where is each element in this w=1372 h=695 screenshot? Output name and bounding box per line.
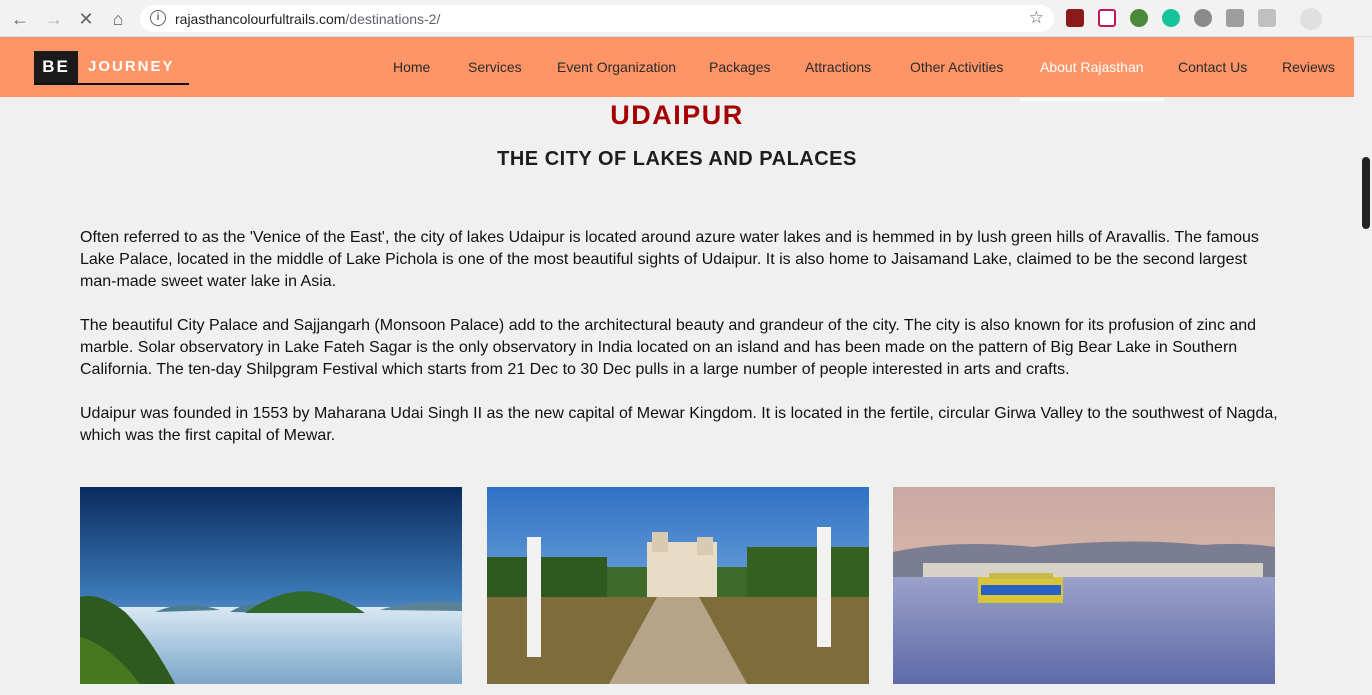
box-extension-icon[interactable] [1226,9,1244,27]
ublock-extension-icon[interactable] [1066,9,1084,27]
forward-icon[interactable]: → [42,7,66,31]
nav-other-activities[interactable]: Other Activities [910,37,1003,97]
nav-event-organization[interactable]: Event Organization [557,37,676,97]
paragraph-intro: Often referred to as the 'Venice of the … [80,229,1259,290]
stop-loading-icon[interactable]: ✕ [74,7,98,31]
home-icon[interactable]: ⌂ [106,7,130,31]
site-logo[interactable]: BE JOURNEY [34,51,189,85]
nav-packages[interactable]: Packages [709,37,770,97]
site-info-icon[interactable]: i [150,10,166,26]
page-title: UDAIPUR [610,100,744,130]
url-text: rajasthancolourfultrails.com/destination… [175,11,440,27]
nav-about-rajasthan[interactable]: About Rajasthan [1020,37,1163,101]
browser-toolbar: ← → ✕ ⌂ i rajasthancolourfultrails.com/d… [0,0,1372,37]
circle-extension-icon[interactable] [1194,9,1212,27]
logo-journey: JOURNEY [88,58,175,75]
globe-extension-icon[interactable] [1130,9,1148,27]
nav-services[interactable]: Services [468,37,522,97]
back-icon[interactable]: ← [8,7,32,31]
pocket-extension-icon[interactable] [1098,9,1116,27]
lake-boat-photo [893,487,1275,684]
nav-home[interactable]: Home [393,37,430,97]
grammarly-extension-icon[interactable] [1162,9,1180,27]
site-header: BE JOURNEY Home Services Event Organizat… [0,37,1354,101]
scrollbar-thumb[interactable] [1362,157,1370,229]
address-bar[interactable]: i rajasthancolourfultrails.com/destinati… [140,5,1054,32]
page-scrollbar[interactable] [1360,37,1372,695]
lake-island-photo [80,487,462,684]
nav-reviews[interactable]: Reviews [1282,37,1335,97]
nav-attractions[interactable]: Attractions [805,37,871,97]
logo-be: BE [34,51,78,83]
text-extension-icon[interactable] [1258,9,1276,27]
paragraph-history: Udaipur was founded in 1553 by Maharana … [80,405,1278,444]
palace-garden-photo [487,487,869,684]
url-host: rajasthancolourfultrails.com [175,11,346,27]
paragraph-city-palace: The beautiful City Palace and Sajjangarh… [80,317,1257,378]
bookmark-star-icon[interactable]: ☆ [1029,8,1044,28]
nav-contact-us[interactable]: Contact Us [1178,37,1247,97]
page-subtitle: THE CITY OF LAKES AND PALACES [497,148,857,170]
profile-avatar-icon[interactable] [1300,8,1322,30]
url-path: /destinations-2/ [345,11,441,27]
